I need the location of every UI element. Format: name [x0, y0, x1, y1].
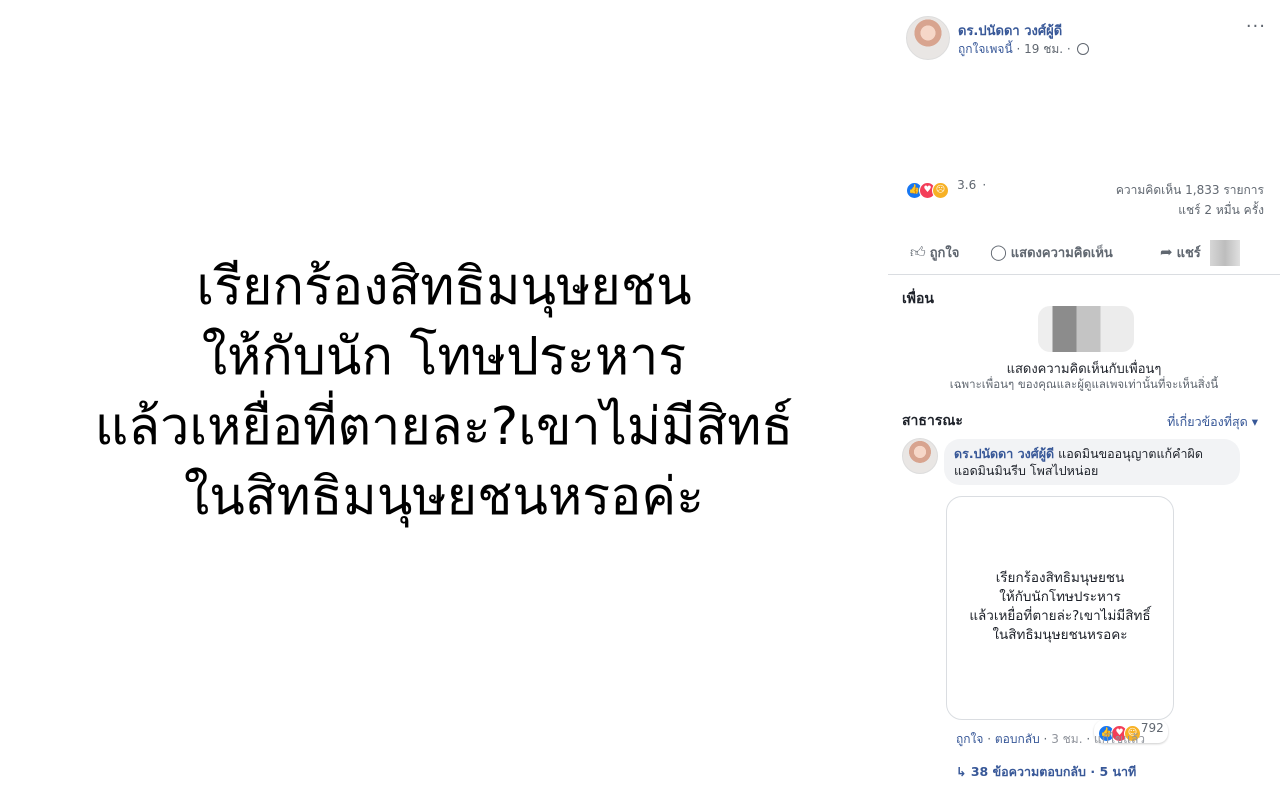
attachment-line: ให้กับนักโทษประหาร: [999, 589, 1121, 605]
reaction-separator: ·: [982, 178, 987, 192]
reply-arrow-icon: ↳: [956, 764, 971, 779]
comment-edited-label[interactable]: แก้ไขแล้ว: [1094, 732, 1145, 746]
reaction-count: 3.6: [957, 178, 977, 192]
share-button[interactable]: ➦ แชร์: [1160, 242, 1201, 263]
thumbs-up-icon: 👍︎: [910, 243, 926, 261]
sad-reaction-icon: ☹: [932, 182, 949, 199]
comment-sort-dropdown[interactable]: ที่เกี่ยวข้องที่สุด ▾: [1167, 412, 1258, 432]
more-options-icon[interactable]: ···: [1246, 16, 1266, 37]
globe-icon: [1076, 43, 1089, 55]
photo-line: ในสิทธิมนุษยชนหรอค่ะ: [183, 467, 705, 527]
post-time[interactable]: · 19 ชม. ·: [1013, 42, 1075, 56]
post-meta: ถูกใจเพจนี้ · 19 ชม. ·: [958, 40, 1089, 59]
comment-label: แสดงความคิดเห็น: [1010, 246, 1113, 261]
comment-like-link[interactable]: ถูกใจ: [956, 732, 983, 746]
page-avatar[interactable]: [906, 16, 950, 60]
blurred-avatar: [1210, 240, 1240, 266]
attachment-line: แล้วเหยื่อที่ตายล่ะ?เขาไม่มีสิทธิ์: [969, 608, 1151, 624]
like-label: ถูกใจ: [929, 246, 960, 261]
replies-count: 38 ข้อความตอบกลับ · 5 นาที: [970, 764, 1137, 779]
photo-text: เรียกร้องสิทธิมนุษยชน ให้กับนัก โทษประหา…: [0, 252, 888, 532]
comment-image-attachment[interactable]: เรียกร้องสิทธิมนุษยชน ให้กับนักโทษประหาร…: [946, 496, 1174, 720]
attachment-line: ในสิทธิมนุษยชนหรอคะ: [992, 627, 1128, 643]
divider: [888, 274, 1280, 275]
post-header: ดร.ปนัดดา วงศ์ผู้ดี ถูกใจเพจนี้ · 19 ชม.…: [906, 16, 1266, 64]
liked-page-label[interactable]: ถูกใจเพจนี้: [958, 42, 1013, 56]
share-arrow-icon: ➦: [1160, 243, 1173, 261]
engagement-counts: ความคิดเห็น 1,833 รายการ แชร์ 2 หมื่น คร…: [1116, 180, 1264, 220]
like-button[interactable]: 👍︎ ถูกใจ: [910, 242, 959, 263]
photo-line: แล้วเหยื่อที่ตายละ?เขาไม่มีสิทธ์: [94, 397, 794, 457]
post-actions: 👍︎ ถูกใจ ◯ แสดงความคิดเห็น ➦ แชร์: [910, 240, 1266, 266]
commenter-avatar[interactable]: [902, 438, 938, 474]
comment-reply-link[interactable]: ตอบกลับ: [995, 732, 1040, 746]
public-section-title: สาธารณะ: [902, 413, 963, 429]
reactions-summary[interactable]: 👍 ♥ ☹ 3.6 ·: [906, 178, 987, 199]
photo-line: เรียกร้องสิทธิมนุษยชน: [196, 257, 692, 317]
share-label: แชร์: [1176, 246, 1201, 261]
attachment-line: เรียกร้องสิทธิมนุษยชน: [995, 570, 1125, 586]
friends-privacy-note: เฉพาะเพื่อนๆ ของคุณและผู้ดูแลเพจเท่านั้น…: [949, 377, 1219, 391]
shares-count-link[interactable]: แชร์ 2 หมื่น ครั้ง: [1116, 200, 1264, 220]
view-replies-link[interactable]: ↳ 38 ข้อความตอบกลับ · 5 นาที: [956, 762, 1136, 782]
post-side-panel: ดร.ปนัดดา วงศ์ผู้ดี ถูกใจเพจนี้ · 19 ชม.…: [888, 0, 1280, 788]
comment-button[interactable]: ◯ แสดงความคิดเห็น: [990, 242, 1113, 263]
page-name-link[interactable]: ดร.ปนัดดา วงศ์ผู้ดี: [958, 20, 1062, 41]
photo-line: ให้กับนัก โทษประหาร: [201, 327, 687, 387]
post-photo[interactable]: เรียกร้องสิทธิมนุษยชน ให้กับนัก โทษประหา…: [0, 0, 888, 788]
comment-actions: ถูกใจ · ตอบกลับ · 3 ชม. · แก้ไขแล้ว: [956, 732, 1146, 746]
comment-author-link[interactable]: ดร.ปนัดดา วงศ์ผู้ดี: [954, 446, 1054, 461]
comment-bubble: ดร.ปนัดดา วงศ์ผู้ดี แอดมินขออนุญาตแก้คำผ…: [944, 439, 1240, 485]
comments-count-link[interactable]: ความคิดเห็น 1,833 รายการ: [1116, 180, 1264, 200]
blurred-friend-avatars: [1038, 306, 1134, 352]
speech-bubble-icon: ◯: [990, 243, 1007, 261]
comment-time[interactable]: 3 ชม.: [1051, 732, 1082, 746]
friends-section-title: เพื่อน: [902, 291, 934, 307]
reactions-row: 👍 ♥ ☹ 3.6 · ความคิดเห็น 1,833 รายการ แชร์ …: [906, 178, 1264, 218]
